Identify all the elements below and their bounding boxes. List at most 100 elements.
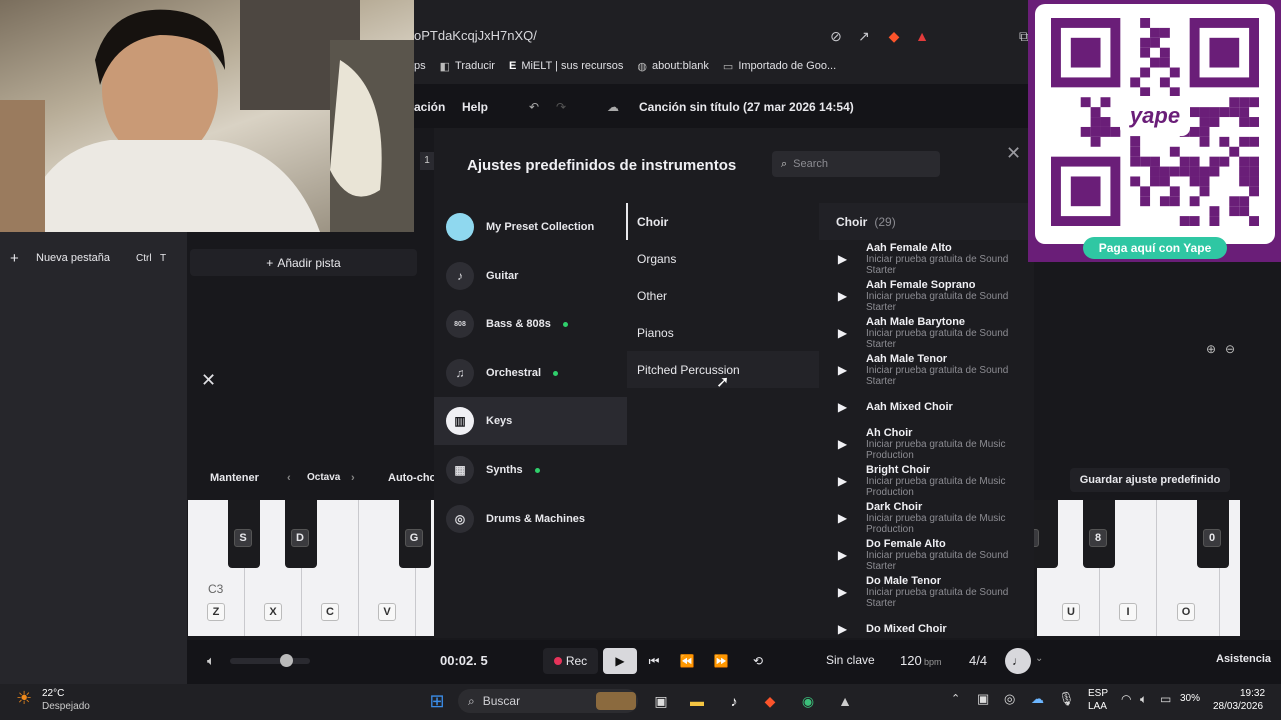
- pay-with-yape-button[interactable]: Paga aquí con Yape: [1083, 237, 1227, 259]
- black-key[interactable]: G: [399, 500, 431, 568]
- tray-cloud-icon[interactable]: ☁: [1031, 691, 1044, 707]
- sustain-button[interactable]: Mantener: [210, 472, 259, 490]
- preset-row[interactable]: ▶ Do Female Alto Iniciar prueba gratuita d…: [819, 536, 1034, 573]
- black-key[interactable]: D: [285, 500, 317, 568]
- bookmark-mielt[interactable]: E MiELT | sus recursos: [509, 60, 623, 72]
- loop-button[interactable]: ⟲: [741, 648, 775, 674]
- black-key[interactable]: S: [228, 500, 260, 568]
- zoom-in-icon[interactable]: ⊕: [1206, 342, 1216, 356]
- fast-forward-button[interactable]: ⏩: [704, 648, 738, 674]
- black-key[interactable]: 8: [1083, 500, 1115, 568]
- bookmark-apps[interactable]: ps: [414, 60, 426, 72]
- speaker-icon[interactable]: 🔈︎: [1140, 692, 1147, 707]
- play-preview-icon[interactable]: ▶: [819, 622, 866, 636]
- play-preview-icon[interactable]: ▶: [819, 511, 866, 525]
- play-preview-icon[interactable]: ▶: [819, 437, 866, 451]
- tray-app-icon[interactable]: ▣: [977, 691, 989, 707]
- record-button[interactable]: Rec: [543, 648, 598, 674]
- volume-icon[interactable]: 🔈︎: [207, 653, 215, 669]
- skip-start-button[interactable]: ⏮: [637, 648, 671, 674]
- camera-off-icon[interactable]: ⊘: [828, 28, 844, 44]
- preset-row[interactable]: ▶ Aah Female Alto Iniciar prueba gratuita …: [819, 240, 1034, 277]
- subcategory-pianos[interactable]: Pianos: [627, 314, 819, 351]
- close-keyboard-icon[interactable]: ✕: [201, 370, 216, 391]
- song-title[interactable]: Canción sin título (27 mar 2026 14:54): [639, 100, 854, 114]
- play-preview-icon[interactable]: ▶: [819, 289, 866, 303]
- play-preview-icon[interactable]: ▶: [819, 585, 866, 599]
- auto-chord-button[interactable]: Auto-cho: [388, 472, 436, 490]
- brave-rewards-icon[interactable]: ▲: [914, 28, 930, 44]
- octave-up-icon[interactable]: ›: [351, 472, 355, 490]
- category-drums-machines[interactable]: ◎ Drums & Machines: [434, 495, 627, 543]
- chevron-down-icon[interactable]: ⌄: [1035, 653, 1043, 664]
- new-tab-button[interactable]: + Nueva pestaña Ctrl T: [10, 250, 180, 267]
- preset-row[interactable]: ▶ Aah Male Barytone Iniciar prueba gratuit…: [819, 314, 1034, 351]
- subcategory-organs[interactable]: Organs: [627, 240, 819, 277]
- play-button[interactable]: ▶: [603, 648, 637, 674]
- tempo-value[interactable]: 120: [900, 653, 922, 668]
- preset-row[interactable]: ▶ Aah Mixed Choir: [819, 388, 1034, 425]
- undo-icon[interactable]: ↶: [529, 100, 539, 114]
- bookmark-imported[interactable]: ▭ Importado de Goo...: [723, 60, 836, 73]
- preset-row[interactable]: ▶ Dark Choir Iniciar prueba gratuita de Mu…: [819, 499, 1034, 536]
- close-dialog-icon[interactable]: ✕: [1006, 143, 1021, 164]
- metronome-icon[interactable]: ♩: [1005, 648, 1031, 674]
- volume-slider-handle[interactable]: [280, 654, 293, 667]
- zoom-out-icon[interactable]: ⊖: [1225, 342, 1235, 356]
- wifi-icon[interactable]: ◠: [1121, 692, 1131, 706]
- subcategory-choir[interactable]: Choir: [627, 203, 819, 240]
- volume-slider[interactable]: [230, 658, 310, 664]
- rewind-button[interactable]: ⏪: [670, 648, 704, 674]
- obs-icon[interactable]: ▲: [833, 690, 857, 712]
- octave-down-icon[interactable]: ‹: [287, 472, 291, 490]
- weather-icon[interactable]: ☀: [16, 688, 32, 709]
- brave-shield-icon[interactable]: ◆: [886, 28, 902, 44]
- play-preview-icon[interactable]: ▶: [819, 474, 866, 488]
- category-keys[interactable]: ▥ Keys: [434, 397, 627, 445]
- redo-icon[interactable]: ↷: [556, 100, 566, 114]
- black-key[interactable]: 0: [1197, 500, 1229, 568]
- share-icon[interactable]: ↗: [856, 28, 872, 44]
- category-orchestral[interactable]: ♫ Orchestral: [434, 349, 627, 397]
- play-preview-icon[interactable]: ▶: [819, 326, 866, 340]
- play-preview-icon[interactable]: ▶: [819, 548, 866, 562]
- key-selector[interactable]: Sin clave: [826, 653, 875, 667]
- preset-row[interactable]: ▶ Ah Choir Iniciar prueba gratuita de Musi…: [819, 425, 1034, 462]
- battery-icon[interactable]: ▭: [1160, 692, 1171, 706]
- category-my-preset-collection[interactable]: My Preset Collection: [434, 203, 627, 251]
- edge-icon[interactable]: ◉: [796, 690, 820, 712]
- play-preview-icon[interactable]: ▶: [819, 252, 866, 266]
- add-track-button[interactable]: + Añadir pista: [190, 249, 417, 276]
- lang-2[interactable]: LAA: [1088, 701, 1107, 712]
- category-bass-808s[interactable]: 808 Bass & 808s: [434, 300, 627, 348]
- tray-location-icon[interactable]: ◎: [1004, 691, 1015, 707]
- subcategory-other[interactable]: Other: [627, 277, 819, 314]
- brave-browser-icon[interactable]: ◆: [758, 690, 782, 712]
- clock-time[interactable]: 19:32: [1240, 688, 1265, 699]
- tray-chevron-icon[interactable]: ⌃: [951, 692, 960, 705]
- preset-row[interactable]: ▶ Aah Male Tenor Iniciar prueba gratuita d…: [819, 351, 1034, 388]
- time-signature[interactable]: 4/4: [969, 653, 987, 668]
- preset-search-input[interactable]: ⌕ Search: [772, 151, 940, 177]
- tray-mic-icon[interactable]: 🎙︎: [1058, 691, 1075, 707]
- tiktok-icon[interactable]: ♪: [722, 690, 746, 712]
- preset-row[interactable]: ▶ Bright Choir Iniciar prueba gratuita de …: [819, 462, 1034, 499]
- preset-row[interactable]: ▶ Do Male Tenor Iniciar prueba gratuita de…: [819, 573, 1034, 610]
- widgets-icon[interactable]: ▣: [649, 690, 673, 712]
- clock-date[interactable]: 28/03/2026: [1213, 701, 1263, 712]
- play-preview-icon[interactable]: ▶: [819, 363, 866, 377]
- menu-item-partial[interactable]: ación: [414, 100, 445, 114]
- preset-row[interactable]: ▶ Aah Female Soprano Iniciar prueba gratui…: [819, 277, 1034, 314]
- help-button[interactable]: Asistencia: [1216, 653, 1271, 665]
- file-explorer-icon[interactable]: ▬: [685, 690, 709, 712]
- bookmark-about-blank[interactable]: ◍ about:blank: [637, 60, 709, 73]
- bookmark-translate[interactable]: ◧ Traducir: [440, 60, 495, 73]
- menu-help[interactable]: Help: [462, 100, 488, 114]
- address-bar[interactable]: oPTdaKcqjJxH7nXQ/: [414, 28, 537, 43]
- lang-1[interactable]: ESP: [1088, 688, 1108, 699]
- windows-start-icon[interactable]: ⊞: [425, 690, 449, 712]
- category-guitar[interactable]: ♪ Guitar: [434, 252, 627, 300]
- category-synths[interactable]: ▦ Synths: [434, 446, 627, 494]
- save-preset-button[interactable]: Guardar ajuste predefinido: [1070, 468, 1230, 492]
- play-preview-icon[interactable]: ▶: [819, 400, 866, 414]
